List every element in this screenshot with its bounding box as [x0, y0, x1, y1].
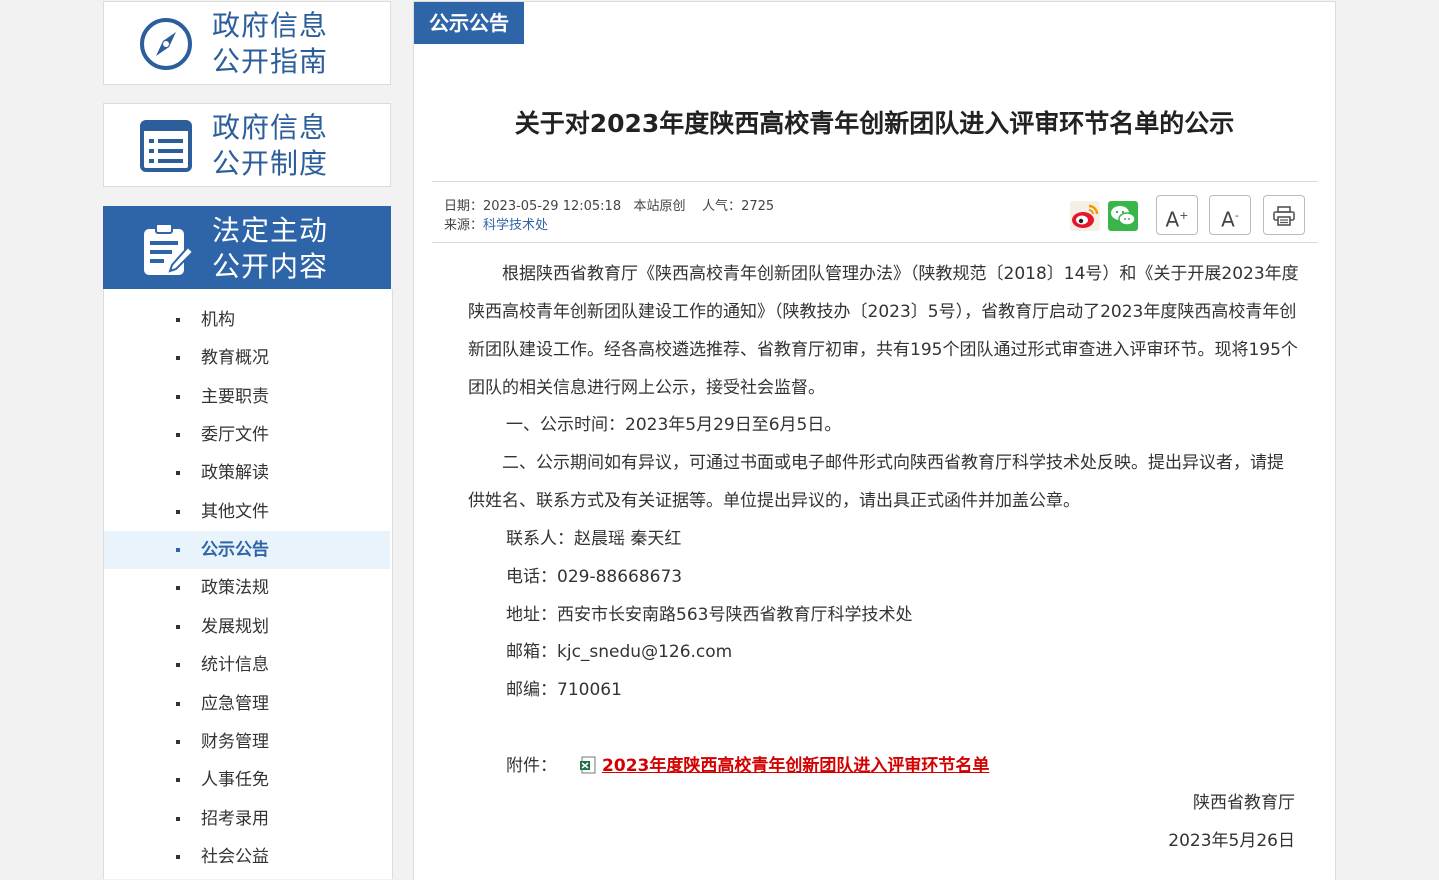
wechat-icon[interactable]	[1108, 201, 1138, 231]
excel-file-icon	[579, 756, 596, 774]
bullet	[176, 663, 180, 667]
article-panel: 公示公告 关于对2023年度陕西高校青年创新团队进入评审环节名单的公示 日期：2…	[413, 1, 1336, 880]
attachment-line: 附件： 2023年度陕西高校青年创新团队进入评审环节名单	[506, 756, 990, 776]
sidebar-item-statistics[interactable]: 统计信息	[104, 646, 390, 684]
sidebar-item-public-welfare[interactable]: 社会公益	[104, 838, 390, 876]
bullet	[176, 318, 180, 322]
meta-info: 日期：2023-05-29 12:05:18 本站原创 人气：2725	[444, 199, 775, 214]
bullet	[176, 740, 180, 744]
meta-divider-top	[432, 181, 1318, 182]
publish-date: 2023-05-29 12:05:18	[483, 199, 622, 214]
sidebar-item-planning[interactable]: 发展规划	[104, 608, 390, 646]
section-tab: 公示公告	[414, 2, 524, 44]
email-line: 邮箱：kjc_snedu@126.com	[506, 642, 733, 662]
view-count: 2725	[741, 199, 775, 214]
font-decrease-button[interactable]: A-	[1209, 195, 1251, 235]
sidebar-item-emergency[interactable]: 应急管理	[104, 685, 390, 723]
bullet	[176, 625, 180, 629]
paragraph-3: 二、公示期间如有异议，可通过书面或电子邮件形式向陕西省教育厅科学技术处反映。提出…	[468, 453, 1284, 511]
bullet	[176, 778, 180, 782]
clipboard-edit-icon	[144, 223, 194, 275]
source-info: 来源：科学技术处	[444, 218, 549, 233]
sign-date: 2023年5月26日	[1168, 831, 1295, 851]
bullet	[176, 702, 180, 706]
paragraph-1: 根据陕西省教育厅《陕西高校青年创新团队管理办法》（陕教规范〔2018〕14号）和…	[468, 264, 1299, 398]
phone-line: 电话：029-88668673	[506, 567, 683, 587]
active-title: 法定主动 公开内容	[212, 214, 329, 283]
origin: 本站原创	[633, 199, 686, 214]
sidebar-item-recruitment[interactable]: 招考录用	[104, 800, 390, 838]
paragraph-2: 一、公示时间：2023年5月29日至6月5日。	[506, 415, 842, 435]
sidebar-item-policy-interpretation[interactable]: 政策解读	[104, 454, 390, 492]
compass-icon	[140, 18, 192, 70]
bullet	[176, 395, 180, 399]
article-title: 关于对2023年度陕西高校青年创新团队进入评审环节名单的公示	[514, 109, 1235, 138]
system-box[interactable]: 政府信息 公开制度	[103, 103, 391, 187]
bullet	[176, 855, 180, 859]
bullet	[176, 548, 180, 552]
sidebar-item-regulations[interactable]: 政策法规	[104, 569, 390, 607]
active-box[interactable]: 法定主动 公开内容	[103, 206, 391, 290]
sidebar-item-documents[interactable]: 委厅文件	[104, 416, 390, 454]
sidebar-item-other-files[interactable]: 其他文件	[104, 493, 390, 531]
print-button[interactable]	[1263, 195, 1305, 235]
bullet	[176, 586, 180, 590]
sidebar-menu: 机构 教育概况 主要职责 委厅文件 政策解读 其他文件 公示公告 政策法规 发展…	[103, 289, 393, 879]
sidebar-item-announcements[interactable]: 公示公告	[104, 531, 390, 569]
sidebar-item-finance[interactable]: 财务管理	[104, 723, 390, 761]
sidebar-item-overview[interactable]: 教育概况	[104, 339, 390, 377]
font-increase-button[interactable]: A+	[1156, 195, 1198, 235]
sidebar-item-duties[interactable]: 主要职责	[104, 378, 390, 416]
bullet	[176, 471, 180, 475]
system-title: 政府信息 公开制度	[212, 111, 329, 180]
guide-title: 政府信息 公开指南	[212, 9, 329, 78]
meta-divider-bottom	[432, 242, 1318, 243]
weibo-icon[interactable]	[1070, 201, 1100, 231]
bullet	[176, 510, 180, 514]
guide-box[interactable]: 政府信息 公开指南	[103, 1, 391, 85]
attachment-link[interactable]: 2023年度陕西高校青年创新团队进入评审环节名单	[602, 756, 989, 776]
contact-line: 联系人：赵晨瑶 秦天红	[506, 529, 682, 549]
sidebar-item-jigou[interactable]: 机构	[104, 301, 390, 339]
bullet	[176, 817, 180, 821]
signature: 陕西省教育厅	[1193, 793, 1295, 813]
print-icon	[1273, 206, 1295, 226]
zip-line: 邮编：710061	[506, 680, 622, 700]
address-line: 地址：西安市长安南路563号陕西省教育厅科学技术处	[506, 605, 913, 625]
bullet	[176, 356, 180, 360]
list-icon	[140, 120, 192, 172]
source-link[interactable]: 科学技术处	[483, 218, 548, 233]
sidebar-item-personnel[interactable]: 人事任免	[104, 761, 390, 799]
bullet	[176, 433, 180, 437]
